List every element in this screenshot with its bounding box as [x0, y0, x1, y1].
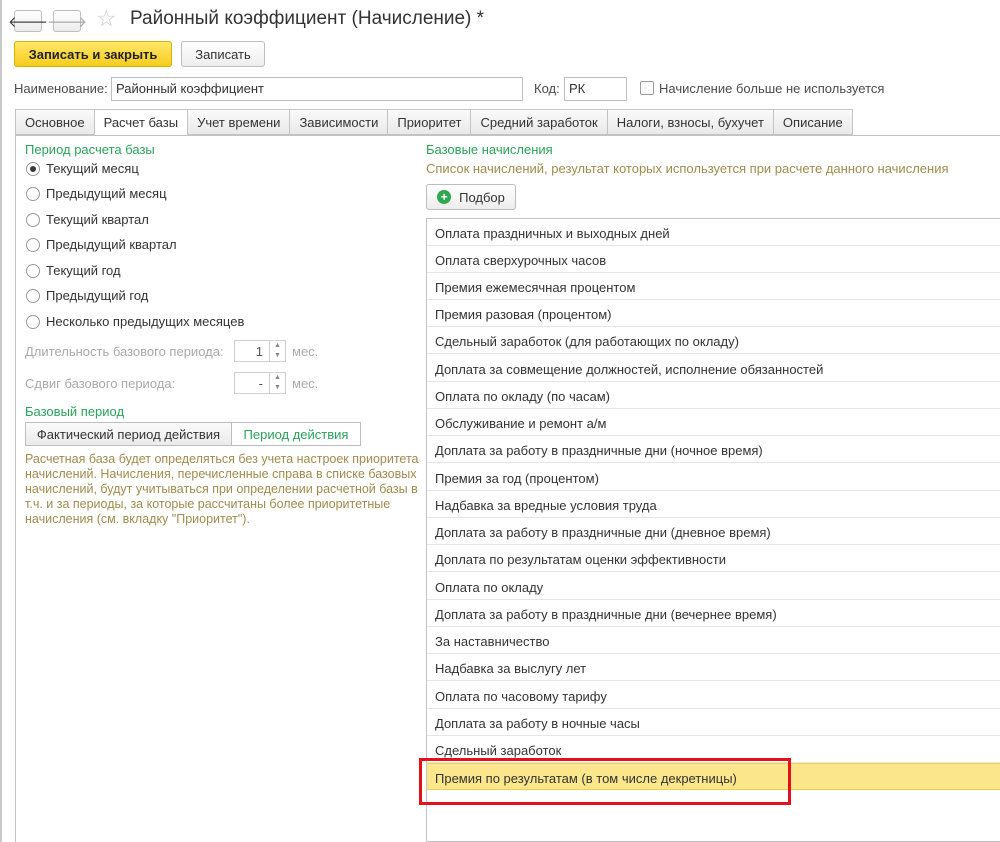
list-item[interactable]: Доплата за работу в ночные часы	[427, 709, 1000, 736]
list-item[interactable]: Сдельный заработок (для работающих по ок…	[427, 327, 1000, 354]
list-item[interactable]: Доплата за работу в праздничные дни (ноч…	[427, 436, 1000, 463]
radio-label: Текущий месяц	[46, 161, 139, 176]
tab-priority[interactable]: Приоритет	[387, 109, 471, 135]
list-item[interactable]: Доплата за совмещение должностей, исполн…	[427, 355, 1000, 382]
tab-main[interactable]: Основное	[15, 109, 94, 135]
list-item[interactable]: Премия за год (процентом)	[427, 464, 1000, 491]
radio-label: Текущий год	[46, 263, 121, 278]
star-icon[interactable]: ☆	[96, 7, 117, 30]
code-label: Код:	[534, 81, 560, 96]
list-item[interactable]: Доплата за работу в праздничные дни (веч…	[427, 600, 1000, 627]
highlight-annotation	[419, 758, 791, 805]
period-of-action-button[interactable]: Период действия	[231, 422, 361, 446]
shift-stepper[interactable]: - ▲ ▼	[234, 372, 286, 394]
list-item[interactable]: Премия разовая (процентом)	[427, 300, 1000, 327]
tab-taxes[interactable]: Налоги, взносы, бухучет	[606, 109, 773, 135]
base-accruals-list[interactable]: Оплата праздничных и выходных дней Оплат…	[426, 218, 1000, 842]
list-item[interactable]: Премия ежемесячная процентом	[427, 273, 1000, 300]
period-title: Период расчета базы	[25, 142, 155, 157]
tab-dependencies[interactable]: Зависимости	[289, 109, 388, 135]
radio-previous-month[interactable]	[26, 187, 40, 201]
list-item[interactable]: За наставничество	[427, 627, 1000, 654]
name-field[interactable]: Районный коэффициент	[111, 77, 523, 101]
forward-button[interactable]: 🡒	[47, 10, 87, 32]
arrow-right-icon: 🡒	[46, 13, 88, 31]
base-accruals-title: Базовые начисления	[426, 142, 553, 157]
base-note: Расчетная база будет определяться без уч…	[25, 452, 419, 526]
list-item[interactable]: Оплата по окладу	[427, 573, 1000, 600]
list-item[interactable]: Оплата праздничных и выходных дней	[427, 219, 1000, 246]
radio-several-months[interactable]	[26, 315, 40, 329]
pick-button[interactable]: + Подбор	[426, 184, 516, 210]
save-button[interactable]: Записать	[181, 41, 265, 67]
tab-divider	[15, 135, 1000, 136]
shift-value: -	[258, 376, 263, 391]
actual-period-button[interactable]: Фактический период действия	[25, 422, 232, 446]
duration-stepper[interactable]: 1 ▲ ▼	[234, 340, 286, 362]
radio-previous-year[interactable]	[26, 289, 40, 303]
window-left-border	[0, 0, 2, 842]
radio-current-month[interactable]	[26, 162, 40, 176]
duration-value: 1	[255, 344, 263, 359]
panel-border	[15, 135, 16, 842]
base-accruals-subtitle: Список начислений, результат которых исп…	[426, 161, 949, 176]
radio-previous-quarter[interactable]	[26, 238, 40, 252]
duration-unit: мес.	[292, 344, 319, 359]
list-item[interactable]: Оплата по окладу (по часам)	[427, 382, 1000, 409]
pick-button-label: Подбор	[459, 189, 505, 205]
list-item[interactable]: Надбавка за вредные условия труда	[427, 491, 1000, 518]
tab-time[interactable]: Учет времени	[187, 109, 290, 135]
list-item[interactable]: Оплата по часовому тарифу	[427, 682, 1000, 709]
radio-label: Предыдущий год	[46, 288, 149, 303]
tab-base-calc[interactable]: Расчет базы	[93, 109, 188, 136]
save-and-close-button[interactable]: Записать и закрыть	[14, 41, 172, 67]
window-title: Районный коэффициент (Начисление) *	[130, 8, 485, 29]
base-period-title: Базовый период	[25, 404, 125, 419]
list-item[interactable]: Обслуживание и ремонт а/м	[427, 409, 1000, 436]
radio-current-year[interactable]	[26, 264, 40, 278]
tab-bar: Основное Расчет базы Учет времени Зависи…	[15, 109, 853, 136]
name-label: Наименование:	[14, 81, 108, 96]
shift-unit: мес.	[292, 376, 319, 391]
spin-arrows-icon[interactable]: ▲ ▼	[269, 373, 285, 393]
list-item[interactable]: Оплата сверхурочных часов	[427, 246, 1000, 273]
spin-arrows-icon[interactable]: ▲ ▼	[269, 341, 285, 361]
radio-label: Текущий квартал	[46, 212, 149, 227]
list-item[interactable]: Доплата по результатам оценки эффективно…	[427, 545, 1000, 572]
plus-circle-icon: +	[437, 190, 452, 204]
tab-average-earnings[interactable]: Средний заработок	[470, 109, 607, 135]
unused-label: Начисление больше не используется	[659, 81, 885, 96]
list-item[interactable]: Надбавка за выслугу лет	[427, 654, 1000, 681]
radio-label: Несколько предыдущих месяцев	[46, 314, 245, 329]
unused-checkbox[interactable]	[640, 81, 654, 95]
shift-label: Сдвиг базового периода:	[25, 376, 176, 391]
arrow-left-icon: 🡐	[7, 13, 49, 31]
duration-label: Длительность базового периода:	[25, 344, 224, 359]
radio-label: Предыдущий квартал	[46, 237, 177, 252]
code-field[interactable]: РК	[564, 77, 627, 101]
list-item[interactable]: Доплата за работу в праздничные дни (дне…	[427, 518, 1000, 545]
radio-label: Предыдущий месяц	[46, 186, 167, 201]
tab-description[interactable]: Описание	[772, 109, 853, 135]
radio-current-quarter[interactable]	[26, 213, 40, 227]
back-button[interactable]: 🡐	[8, 10, 48, 32]
